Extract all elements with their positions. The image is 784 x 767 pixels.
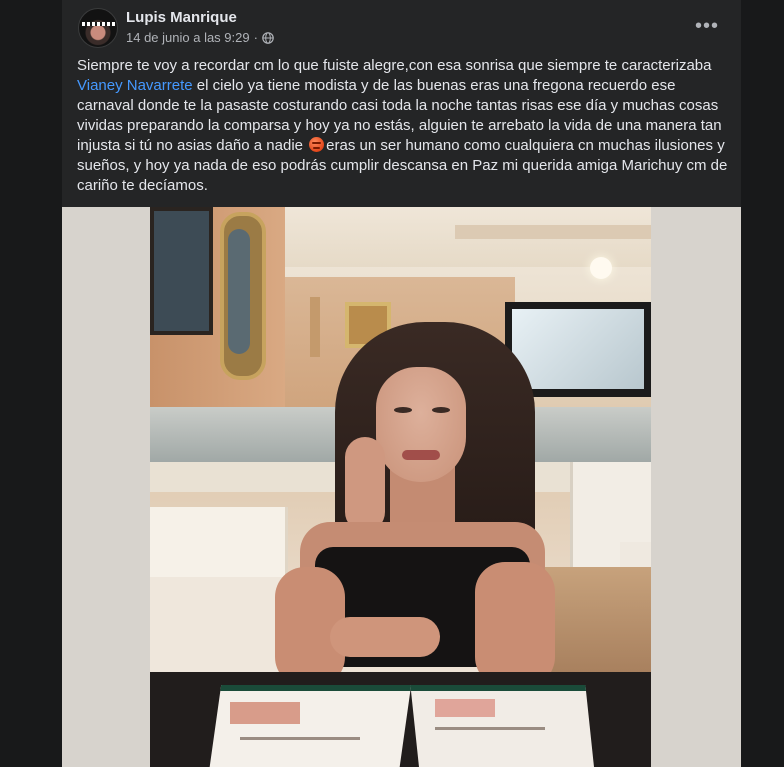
meta-separator: · [253,30,258,45]
photo-image [150,207,651,767]
post-text: Siempre te voy a recordar cm lo que fuis… [77,56,732,196]
post-photo[interactable] [62,207,741,767]
angry-face-emoji-icon [309,137,325,152]
post-card: Lupis Manrique 14 de junio a las 9:29 · … [62,0,741,767]
author-avatar[interactable] [78,8,118,48]
post-text-part1: Siempre te voy a recordar cm lo que fuis… [77,57,712,74]
globe-icon[interactable] [262,31,274,44]
more-options-icon[interactable]: ••• [689,14,725,38]
author-name[interactable]: Lupis Manrique [126,9,237,26]
post-timestamp[interactable]: 14 de junio a las 9:29 [126,30,250,45]
mention-link[interactable]: Vianey Navarrete [77,77,193,94]
post-meta: 14 de junio a las 9:29 · [126,30,274,45]
post-header: Lupis Manrique 14 de junio a las 9:29 · … [62,0,741,52]
